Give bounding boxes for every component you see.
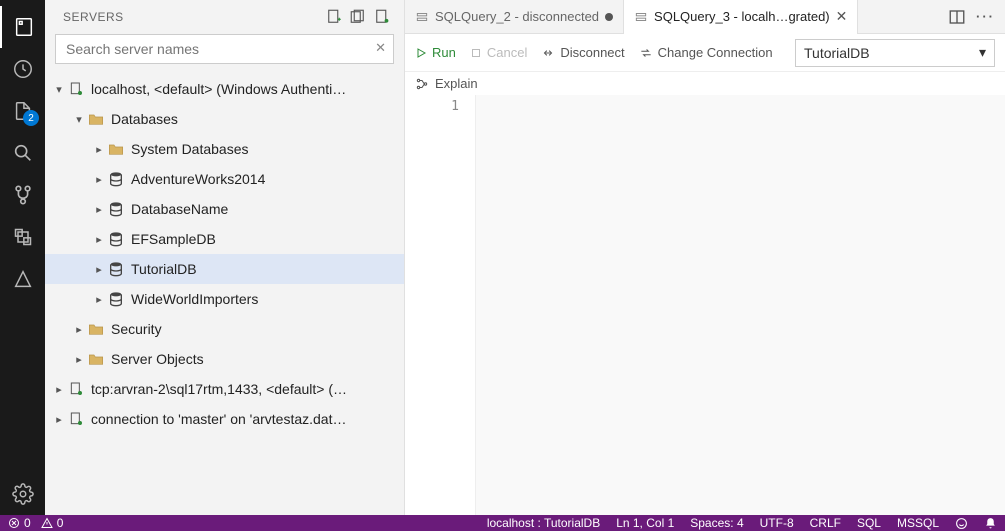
change-connection-button[interactable]: Change Connection <box>639 45 773 60</box>
panel-title: SERVERS <box>63 10 322 24</box>
server-icon <box>67 410 85 428</box>
server-icon <box>67 380 85 398</box>
cancel-button[interactable]: Cancel <box>470 45 527 60</box>
activity-servers-icon[interactable] <box>0 6 45 48</box>
activity-extensions-icon[interactable] <box>0 216 45 258</box>
database-node[interactable]: ▸AdventureWorks2014 <box>45 164 404 194</box>
activity-source-control-icon[interactable] <box>0 174 45 216</box>
status-errors[interactable]: 0 <box>8 516 31 530</box>
file-icon <box>415 10 429 24</box>
activity-settings-icon[interactable] <box>0 473 45 515</box>
editor-content[interactable] <box>475 95 1005 515</box>
database-node[interactable]: ▸EFSampleDB <box>45 224 404 254</box>
status-provider[interactable]: MSSQL <box>897 516 939 530</box>
clear-search-icon[interactable]: ✕ <box>375 40 386 56</box>
new-group-icon[interactable] <box>346 6 370 28</box>
database-node-tutorialdb[interactable]: ▸TutorialDB <box>45 254 404 284</box>
folder-icon <box>107 140 125 158</box>
status-language[interactable]: SQL <box>857 516 881 530</box>
notifications-icon[interactable] <box>984 517 997 530</box>
system-databases-folder[interactable]: ▸System Databases <box>45 134 404 164</box>
server-tree: ▾localhost, <default> (Windows Authenti…… <box>45 72 404 515</box>
databases-folder[interactable]: ▾Databases <box>45 104 404 134</box>
activity-explorer-icon[interactable]: 2 <box>0 90 45 132</box>
status-eol[interactable]: CRLF <box>810 516 841 530</box>
query-toolbar: Run Cancel Disconnect Change Connection … <box>405 34 1005 72</box>
explain-button[interactable]: Explain <box>435 76 478 91</box>
database-node[interactable]: ▸WideWorldImporters <box>45 284 404 314</box>
servers-panel: SERVERS ✕ ▾localhost, <default> (Windows… <box>45 0 405 515</box>
database-icon <box>107 260 125 278</box>
new-connection-icon[interactable] <box>322 6 346 28</box>
folder-icon <box>87 320 105 338</box>
more-actions-icon[interactable]: ··· <box>976 9 995 24</box>
line-gutter: 1 <box>405 95 475 515</box>
status-indentation[interactable]: Spaces: 4 <box>690 516 743 530</box>
code-editor[interactable]: 1 <box>405 95 1005 515</box>
server-objects-folder[interactable]: ▸Server Objects <box>45 344 404 374</box>
server-node[interactable]: ▾localhost, <default> (Windows Authenti… <box>45 74 404 104</box>
explain-icon <box>415 77 429 91</box>
tab-sqlquery3[interactable]: SQLQuery_3 - localh…grated) ✕ <box>624 0 858 34</box>
server-icon <box>67 80 85 98</box>
explorer-badge: 2 <box>23 110 39 126</box>
server-node[interactable]: ▸connection to 'master' on 'arvtestaz.da… <box>45 404 404 434</box>
activity-azure-icon[interactable] <box>0 258 45 300</box>
activity-search-icon[interactable] <box>0 132 45 174</box>
security-folder[interactable]: ▸Security <box>45 314 404 344</box>
database-select[interactable]: TutorialDB▾ <box>795 39 995 67</box>
status-encoding[interactable]: UTF-8 <box>760 516 794 530</box>
database-icon <box>107 230 125 248</box>
folder-icon <box>87 350 105 368</box>
editor-area: SQLQuery_2 - disconnected SQLQuery_3 - l… <box>405 0 1005 515</box>
activity-tasks-icon[interactable] <box>0 48 45 90</box>
dirty-indicator-icon <box>605 13 613 21</box>
database-node[interactable]: ▸DatabaseName <box>45 194 404 224</box>
search-input[interactable] <box>55 34 394 64</box>
new-query-icon[interactable] <box>370 6 394 28</box>
disconnect-button[interactable]: Disconnect <box>541 45 624 60</box>
tab-bar: SQLQuery_2 - disconnected SQLQuery_3 - l… <box>405 0 1005 34</box>
server-node[interactable]: ▸tcp:arvran-2\sql17rtm,1433, <default> (… <box>45 374 404 404</box>
database-icon <box>107 170 125 188</box>
chevron-down-icon: ▾ <box>979 44 986 61</box>
split-editor-icon[interactable] <box>948 8 966 26</box>
activity-bar: 2 <box>0 0 45 515</box>
feedback-icon[interactable] <box>955 517 968 530</box>
run-button[interactable]: Run <box>415 45 456 60</box>
status-cursor-position[interactable]: Ln 1, Col 1 <box>616 516 674 530</box>
status-connection[interactable]: localhost : TutorialDB <box>487 516 600 530</box>
status-bar: 0 0 localhost : TutorialDB Ln 1, Col 1 S… <box>0 515 1005 531</box>
folder-icon <box>87 110 105 128</box>
status-warnings[interactable]: 0 <box>41 516 64 530</box>
tab-sqlquery2[interactable]: SQLQuery_2 - disconnected <box>405 0 624 34</box>
close-tab-icon[interactable]: ✕ <box>836 8 848 25</box>
file-icon <box>634 10 648 24</box>
database-icon <box>107 290 125 308</box>
database-icon <box>107 200 125 218</box>
